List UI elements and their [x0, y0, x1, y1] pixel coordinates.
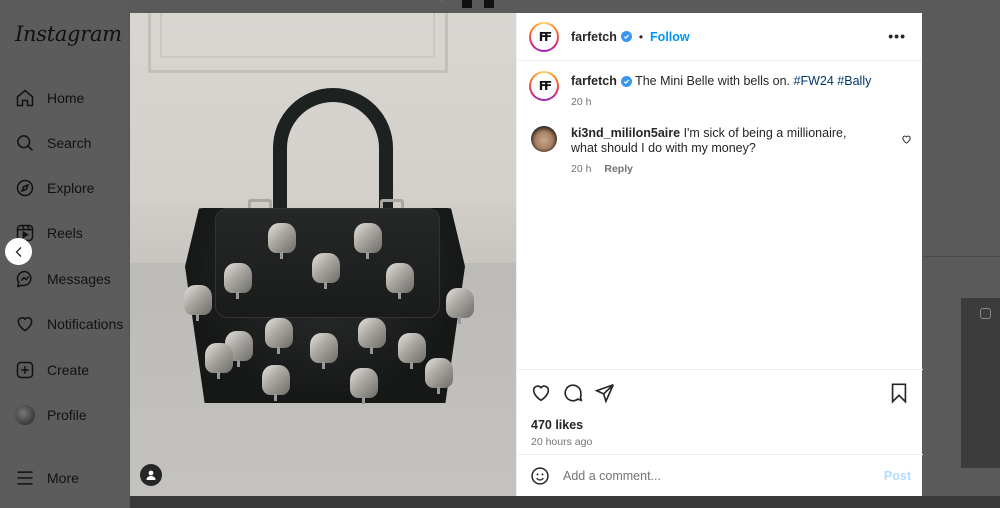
post-caption: FF farfetch The Mini Belle with bells on…	[517, 61, 922, 110]
bag-bell	[354, 223, 382, 259]
sidebar-item-profile[interactable]: Profile	[14, 400, 87, 430]
heart-icon	[532, 385, 550, 402]
save-button[interactable]	[887, 381, 911, 405]
tagged-users-button[interactable]	[140, 464, 162, 486]
sidebar-item-label: Create	[47, 362, 90, 378]
messenger-icon	[14, 268, 36, 290]
plus-square-icon	[14, 359, 36, 381]
bag-bell	[265, 318, 293, 354]
action-bar	[517, 370, 923, 406]
post-modal: FF farfetch • Follow ••• FF farfetch The…	[130, 13, 923, 496]
caption-username[interactable]: farfetch	[571, 74, 617, 88]
post-timestamp[interactable]: 20 hours ago	[517, 432, 923, 448]
sidebar-item-label: Home	[47, 90, 85, 106]
sidebar-item-home[interactable]: Home	[14, 83, 84, 113]
comment-button[interactable]	[561, 381, 585, 405]
add-comment-bar: Post	[517, 454, 923, 496]
heart-icon	[14, 313, 36, 335]
bag-bell	[205, 343, 233, 379]
follow-button[interactable]: Follow	[650, 30, 690, 44]
sidebar-item-label: Notifications	[47, 316, 124, 332]
like-button[interactable]	[529, 381, 553, 405]
author-username[interactable]: farfetch	[571, 30, 617, 44]
search-icon	[14, 132, 36, 154]
commenter-avatar[interactable]	[531, 126, 557, 152]
reply-button[interactable]: Reply	[604, 163, 633, 175]
hamburger-icon	[14, 467, 36, 489]
commenter-username[interactable]: ki3nd_mililon5aire	[571, 126, 680, 140]
background-divider	[922, 256, 1000, 257]
bag-bell	[268, 223, 296, 259]
share-button[interactable]	[593, 381, 617, 405]
emoji-icon	[531, 466, 549, 485]
photo-wall-molding-inner	[160, 13, 435, 58]
author-avatar[interactable]: FF	[529, 21, 559, 52]
bookmark-icon	[891, 383, 907, 404]
likes-count[interactable]: 470 likes	[517, 406, 923, 432]
bag-bell	[398, 333, 426, 369]
send-icon	[594, 383, 615, 404]
caption-time[interactable]: 20 h	[571, 94, 871, 110]
sidebar-item-messages[interactable]: Messages	[14, 264, 111, 294]
sidebar-item-notifications[interactable]: Notifications	[14, 309, 123, 339]
farfetch-logo: FF	[531, 23, 557, 50]
bag-bell	[350, 368, 378, 404]
comment-input[interactable]	[563, 468, 884, 483]
post-actions-section: 470 likes 20 hours ago	[517, 369, 923, 448]
home-icon	[14, 87, 36, 109]
bag-bell	[446, 288, 474, 324]
instagram-logo[interactable]: Instagram	[15, 22, 122, 46]
hashtag-link[interactable]: #FW24	[794, 74, 834, 88]
profile-avatar	[14, 404, 36, 426]
previous-post-button[interactable]	[5, 238, 32, 265]
bag-bell	[312, 253, 340, 289]
sidebar-item-explore[interactable]: Explore	[14, 173, 94, 203]
sidebar-item-label: Search	[47, 135, 92, 151]
bag-bell	[224, 263, 252, 299]
bag-bell	[425, 358, 453, 394]
bag-bell	[358, 318, 386, 354]
verified-badge-icon	[620, 31, 632, 42]
bag-bell	[184, 285, 212, 321]
background-grid-thumbnail	[961, 298, 1000, 468]
compass-icon	[14, 177, 36, 199]
sidebar-item-label: Reels	[47, 225, 83, 241]
background-feed-bottom	[130, 496, 1000, 508]
user-icon	[146, 470, 156, 480]
sidebar-item-create[interactable]: Create	[14, 355, 89, 385]
bag-bell	[262, 365, 290, 401]
sidebar-item-label: More	[47, 470, 79, 486]
post-details-panel: FF farfetch • Follow ••• FF farfetch The…	[516, 13, 923, 496]
comment-icon	[564, 384, 583, 402]
hashtag-link[interactable]: #Bally	[837, 74, 871, 88]
caption-author-avatar[interactable]: FF	[529, 71, 559, 101]
sidebar-item-label: Messages	[47, 271, 111, 287]
sidebar-item-label: Profile	[47, 407, 87, 423]
farfetch-logo: FF	[531, 73, 557, 99]
background-story-ring	[430, 0, 560, 12]
chevron-left-icon	[15, 246, 21, 257]
caption-text: The Mini Belle with bells on.	[635, 74, 791, 88]
post-header: FF farfetch • Follow •••	[517, 13, 922, 61]
background-avatar-fragment	[462, 0, 472, 8]
separator-dot: •	[638, 29, 644, 44]
verified-badge-icon	[620, 76, 632, 87]
sidebar-item-more[interactable]: More	[14, 463, 79, 493]
multi-image-icon	[980, 308, 991, 319]
post-comment-button[interactable]: Post	[884, 469, 911, 483]
emoji-button[interactable]	[529, 465, 551, 487]
bag-bell	[310, 333, 338, 369]
background-feed-top	[130, 0, 1000, 13]
post-image[interactable]	[130, 13, 516, 496]
comment-time[interactable]: 20 h	[571, 163, 591, 175]
comment-item: ki3nd_mililon5aire I'm sick of being a m…	[517, 110, 922, 177]
sidebar-item-search[interactable]: Search	[14, 128, 91, 158]
sidebar-item-label: Explore	[47, 180, 95, 196]
more-options-icon[interactable]: •••	[888, 29, 906, 43]
bag-bell	[386, 263, 414, 299]
comment-like-icon[interactable]	[901, 132, 912, 150]
